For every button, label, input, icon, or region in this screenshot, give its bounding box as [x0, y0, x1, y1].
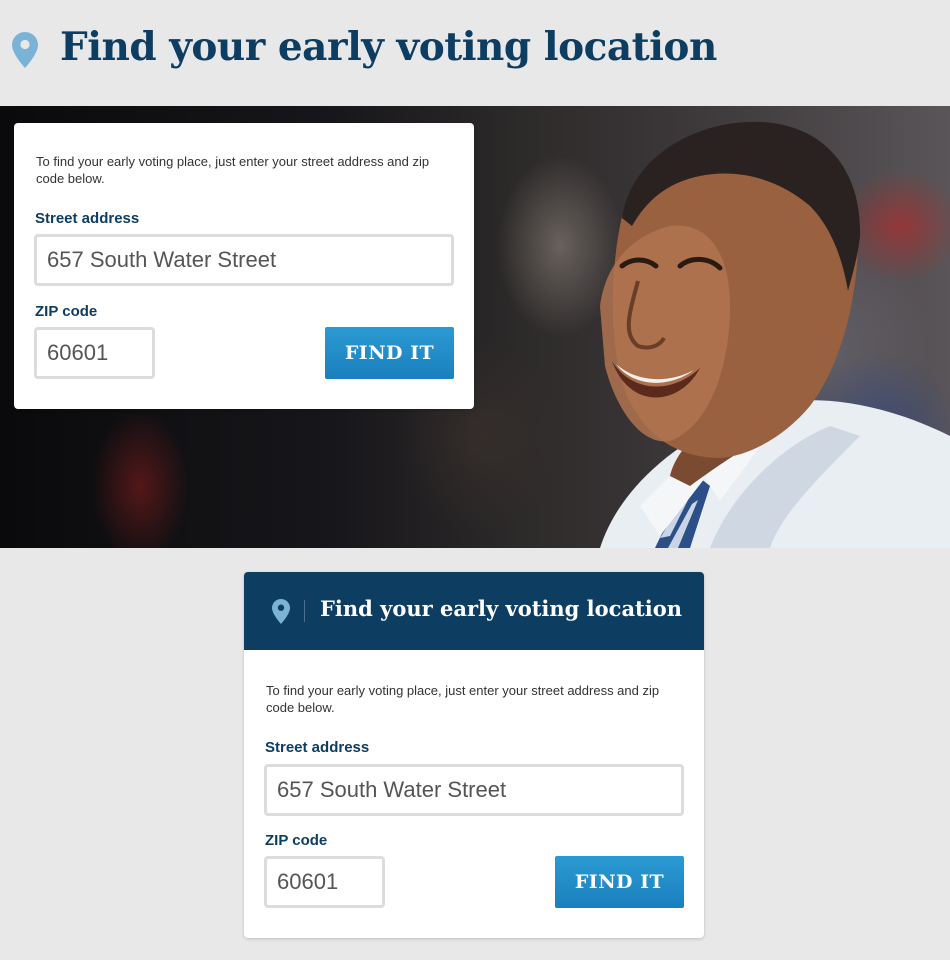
- zip-code-label: ZIP code: [265, 832, 328, 849]
- header-divider: [304, 600, 305, 622]
- street-address-input[interactable]: [34, 234, 454, 286]
- zip-code-label: ZIP code: [35, 303, 98, 320]
- form-intro-text: To find your early voting place, just en…: [36, 154, 430, 186]
- find-it-button[interactable]: FIND IT: [325, 327, 454, 379]
- street-address-input[interactable]: [264, 764, 684, 816]
- widget-header: Find your early voting location: [244, 572, 704, 650]
- page-header: Find your early voting location: [0, 0, 950, 106]
- zip-code-input[interactable]: [34, 327, 155, 379]
- widget-title: Find your early voting location: [320, 596, 683, 621]
- map-pin-icon: [12, 32, 38, 68]
- page-title: Find your early voting location: [60, 24, 717, 70]
- widget-form-card: Find your early voting location To find …: [244, 572, 704, 938]
- zip-code-input[interactable]: [264, 856, 385, 908]
- hero-form-card: To find your early voting place, just en…: [14, 123, 474, 409]
- street-address-label: Street address: [35, 210, 140, 227]
- candidate-photo: [600, 121, 950, 548]
- street-address-label: Street address: [265, 739, 370, 756]
- form-intro-text: To find your early voting place, just en…: [266, 683, 660, 715]
- find-it-button[interactable]: FIND IT: [555, 856, 684, 908]
- map-pin-icon: [272, 599, 290, 624]
